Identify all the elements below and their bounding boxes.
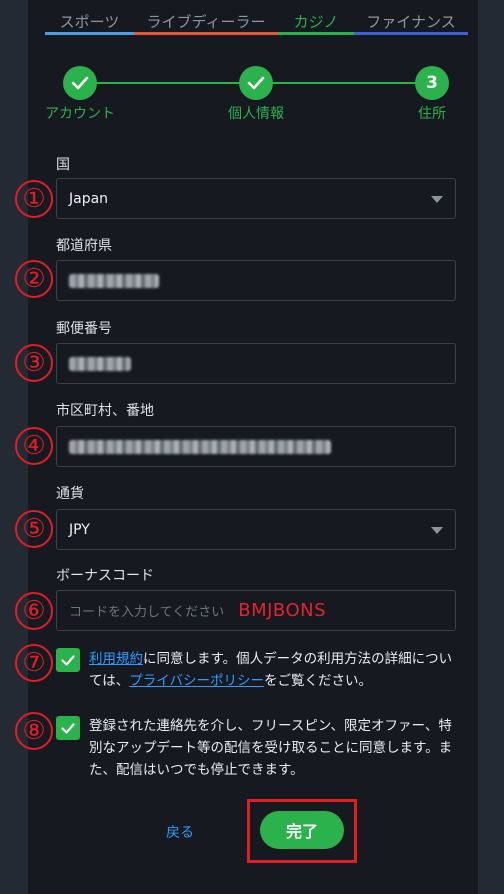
address-field[interactable]	[56, 426, 456, 467]
step-connector	[97, 82, 239, 84]
tab-finance[interactable]: ファイナンス	[354, 8, 468, 35]
terms-consent-text: 利用規約に同意します。個人データの利用方法の詳細については、プライバシーポリシー…	[89, 648, 459, 692]
annotation-5: ⑤	[15, 510, 53, 548]
tab-underline	[278, 32, 354, 35]
postal-code-label: 郵便番号	[56, 321, 112, 337]
check-icon	[247, 76, 265, 90]
bonus-code-label: ボーナスコード	[56, 568, 154, 584]
terms-text-2: をご覧ください。	[263, 673, 372, 689]
terms-checkbox[interactable]	[56, 648, 80, 672]
tab-underline	[45, 32, 134, 35]
annotation-2: ②	[15, 260, 53, 298]
postal-code-field[interactable]	[56, 343, 456, 384]
tab-casino[interactable]: カジノ	[278, 8, 354, 35]
tab-underline	[354, 32, 468, 35]
annotation-4: ④	[15, 427, 53, 465]
country-select[interactable]: Japan	[56, 178, 456, 219]
prefecture-field[interactable]	[56, 260, 456, 301]
tab-sports[interactable]: スポーツ	[45, 8, 134, 35]
redacted-value	[69, 273, 159, 288]
tab-underline	[134, 32, 278, 35]
currency-value: JPY	[69, 521, 90, 538]
currency-label: 通貨	[56, 486, 84, 502]
step-3-circle: 3	[415, 66, 449, 100]
tab-label: ファイナンス	[366, 13, 456, 31]
terms-link[interactable]: 利用規約	[89, 651, 143, 667]
finish-button[interactable]: 完了	[260, 811, 344, 849]
chevron-down-icon	[431, 527, 443, 534]
marketing-consent-text: 登録された連絡先を介し、フリースピン、限定オファー、特別なアップデート等の配信を…	[89, 718, 453, 778]
annotation-3: ③	[15, 344, 53, 382]
bonus-code-input[interactable]: コードを入力してください BMJBONS	[56, 590, 456, 631]
prefecture-label: 都道府県	[56, 238, 112, 254]
address-label: 市区町村、番地	[56, 403, 154, 419]
back-button[interactable]: 戻る	[166, 822, 194, 842]
redacted-value	[69, 439, 331, 454]
tab-label: ライブディーラー	[146, 13, 266, 31]
tab-label: カジノ	[293, 13, 339, 31]
annotation-1: ①	[15, 180, 53, 218]
check-icon	[61, 722, 75, 734]
tab-live-dealer[interactable]: ライブディーラー	[134, 8, 278, 35]
bonus-code-placeholder: コードを入力してください	[69, 605, 225, 620]
country-value: Japan	[69, 190, 109, 207]
step-1-circle	[63, 66, 97, 100]
annotation-6: ⑥	[15, 592, 53, 630]
category-tabs: スポーツ ライブディーラー カジノ ファイナンス	[45, 8, 468, 35]
country-label: 国	[56, 157, 70, 173]
marketing-checkbox[interactable]	[56, 716, 80, 740]
check-icon	[61, 654, 75, 666]
check-icon	[71, 76, 89, 90]
step-connector	[273, 82, 415, 84]
step-2-label: 個人情報	[228, 106, 284, 122]
bonus-code-annotation: BMJBONS	[238, 600, 327, 621]
step-number: 3	[426, 73, 438, 93]
annotation-7: ⑦	[15, 644, 53, 682]
step-3-label: 住所	[418, 106, 446, 122]
step-2-circle	[239, 66, 273, 100]
privacy-policy-link[interactable]: プライバシーポリシー	[129, 673, 264, 689]
chevron-down-icon	[431, 196, 443, 203]
currency-select[interactable]: JPY	[56, 509, 456, 550]
redacted-value	[69, 356, 131, 371]
annotation-8: ⑧	[15, 712, 53, 750]
tab-label: スポーツ	[59, 13, 120, 31]
step-1-label: アカウント	[45, 106, 115, 122]
progress-stepper: 3 アカウント 個人情報 住所	[0, 62, 504, 132]
